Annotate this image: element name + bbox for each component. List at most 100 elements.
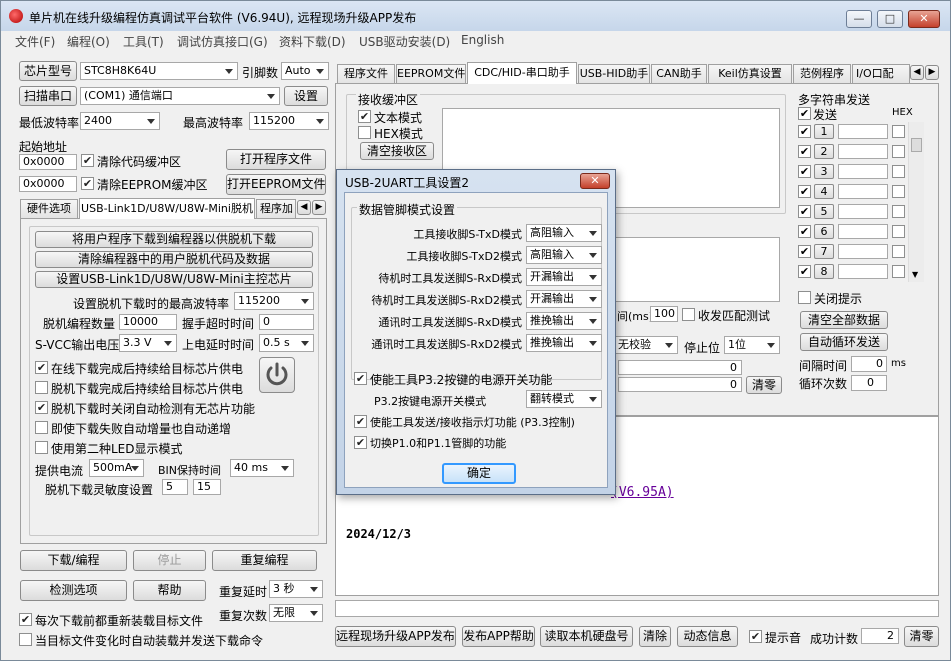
send-row-input[interactable] (838, 164, 888, 179)
clear-user-offline-code-button[interactable]: 清除编程器中的用户脱机代码及数据 (35, 251, 313, 268)
send-row-input[interactable] (838, 204, 888, 219)
stop-bit-select[interactable]: 1位 (724, 336, 780, 354)
send-row-button[interactable]: 4 (814, 184, 834, 199)
read-disk-button[interactable]: 读取本机硬盘号 (540, 626, 633, 647)
offline-max-baud-select[interactable]: 115200 (234, 292, 314, 310)
svcc-select[interactable]: 3.3 V (119, 334, 177, 352)
stop-button[interactable]: 停止 (133, 550, 206, 571)
log-link[interactable]: (V6.95A) (611, 485, 674, 500)
send-row-button[interactable]: 1 (814, 124, 834, 139)
send-row-button[interactable]: 2 (814, 144, 834, 159)
tab-serial-assistant[interactable]: CDC/HID-串口助手 (467, 62, 577, 84)
publish-help-button[interactable]: 发布APP帮助 (462, 626, 535, 647)
chip-model-select[interactable]: STC8H8K64U (80, 62, 238, 80)
max-baud-select[interactable]: 115200 (249, 112, 329, 130)
tab-scroll-right[interactable]: ▶ (312, 200, 326, 215)
hex-mode-checkbox[interactable]: HEX模式 (358, 125, 423, 142)
send-row-button[interactable]: 8 (814, 264, 834, 279)
send-row-input[interactable] (838, 244, 888, 259)
auto-load-checkbox[interactable]: 当目标文件变化时自动装载并发送下载命令 (19, 632, 263, 649)
power-mode-select[interactable]: 翻转模式 (526, 390, 602, 408)
pin-mode-select[interactable]: 推挽输出 (526, 334, 602, 352)
clear-all-data-button[interactable]: 清空全部数据 (800, 311, 888, 329)
sensitivity-input-1[interactable]: 5 (162, 479, 188, 495)
clear-code-buffer-checkbox[interactable]: ✔ 清除代码缓冲区 (81, 153, 181, 170)
min-baud-select[interactable]: 2400 (80, 112, 160, 130)
send-row-hex-checkbox[interactable] (892, 185, 905, 198)
reprogram-button[interactable]: 重复编程 (212, 550, 317, 571)
settings-button[interactable]: 设置 (284, 86, 328, 106)
minimize-button[interactable]: — (846, 10, 872, 28)
menu-file[interactable]: 文件(F) (15, 33, 55, 50)
publish-app-button[interactable]: 远程现场升级APP发布 (335, 626, 456, 647)
send-row-input[interactable] (838, 264, 888, 279)
menu-tools[interactable]: 工具(T) (123, 33, 164, 50)
enable-indicator-checkbox[interactable]: ✔ 使能工具发送/接收指示灯功能 (P3.3控制) (354, 414, 575, 430)
send-row-button[interactable]: 5 (814, 204, 834, 219)
menu-english[interactable]: English (461, 33, 504, 47)
open-program-button[interactable]: 打开程序文件 (226, 149, 326, 170)
send-row-hex-checkbox[interactable] (892, 165, 905, 178)
pin-count-select[interactable]: Auto (281, 62, 329, 80)
download-user-to-programmer-button[interactable]: 将用户程序下载到编程器以供脱机下载 (35, 231, 313, 248)
power-button[interactable] (259, 357, 295, 393)
rtab-scroll-right[interactable]: ▶ (925, 65, 939, 80)
pin-mode-select[interactable]: 开漏输出 (526, 268, 602, 286)
dynamic-info-button[interactable]: 动态信息 (677, 626, 738, 647)
send-interval-input[interactable]: 100 (650, 306, 678, 322)
scan-port-button[interactable]: 扫描串口 (19, 86, 77, 106)
reload-file-checkbox[interactable]: ✔ 每次下载前都重新装载目标文件 (19, 612, 203, 629)
tab-program-encrypt[interactable]: 程序加 (256, 199, 296, 218)
pin-mode-select[interactable]: 开漏输出 (526, 290, 602, 308)
send-row-checkbox[interactable]: ✔ (798, 125, 811, 138)
auto-increment-checkbox[interactable]: 即使下载失败自动增量也自动递增 (35, 420, 231, 437)
ok-button[interactable]: 确定 (442, 463, 516, 484)
led-mode-checkbox[interactable]: 使用第二种LED显示模式 (35, 440, 183, 457)
menu-usb-driver[interactable]: USB驱动安装(D) (359, 33, 450, 50)
multi-send-scrollbar[interactable]: ▼ (908, 122, 924, 282)
clear-success-button[interactable]: 清零 (904, 626, 939, 647)
set-mini-master-chip-button[interactable]: 设置USB-Link1D/U8W/U8W-Mini主控芯片 (35, 271, 313, 288)
switch-pins-checkbox[interactable]: ✔ 切换P1.0和P1.1管脚的功能 (354, 435, 506, 451)
help-button[interactable]: 帮助 (133, 580, 206, 601)
maximize-button[interactable]: □ (877, 10, 903, 28)
enable-power-key-checkbox[interactable]: ✔ 使能工具P3.2按键的电源开关功能 (354, 371, 552, 388)
sensitivity-input-2[interactable]: 15 (193, 479, 221, 495)
dialog-close-button[interactable]: ✕ (580, 173, 610, 189)
close-tip-checkbox[interactable]: 关闭提示 (798, 290, 862, 307)
match-test-checkbox[interactable]: 收发匹配测试 (682, 307, 770, 324)
offline-count-input[interactable]: 10000 (119, 314, 177, 330)
pin-mode-select[interactable]: 高阻输入 (526, 246, 602, 264)
tab-io-config[interactable]: I/O口配 (852, 64, 910, 83)
interval-input[interactable]: 0 (851, 356, 887, 372)
close-button[interactable]: ✕ (908, 10, 940, 28)
pin-mode-select[interactable]: 推挽输出 (526, 312, 602, 330)
menu-download[interactable]: 资料下载(D) (279, 33, 346, 50)
pin-mode-select[interactable]: 高阻输入 (526, 224, 602, 242)
tab-eeprom-file[interactable]: EEPROM文件 (396, 64, 466, 83)
send-row-hex-checkbox[interactable] (892, 145, 905, 158)
send-row-checkbox[interactable]: ✔ (798, 185, 811, 198)
scroll-down-icon[interactable]: ▼ (912, 270, 918, 279)
tab-hardware-options[interactable]: 硬件选项 (20, 199, 78, 218)
clear-log-button[interactable]: 清除 (639, 626, 671, 647)
send-row-checkbox[interactable]: ✔ (798, 265, 811, 278)
send-row-input[interactable] (838, 184, 888, 199)
rtab-scroll-left[interactable]: ◀ (910, 65, 924, 80)
send-row-checkbox[interactable]: ✔ (798, 145, 811, 158)
power-delay-select[interactable]: 0.5 s (259, 334, 314, 352)
send-row-input[interactable] (838, 224, 888, 239)
tab-can[interactable]: CAN助手 (651, 64, 707, 83)
menu-program[interactable]: 编程(O) (67, 33, 110, 50)
loop-count-input[interactable]: 0 (851, 375, 887, 391)
clear-counts-button[interactable]: 清零 (746, 376, 782, 394)
tab-scroll-left[interactable]: ◀ (297, 200, 311, 215)
send-row-checkbox[interactable]: ✔ (798, 245, 811, 258)
open-eeprom-button[interactable]: 打开EEPROM文件 (226, 174, 326, 195)
online-keep-power-checkbox[interactable]: ✔ 在线下载完成后持续给目标芯片供电 (35, 360, 243, 377)
send-row-hex-checkbox[interactable] (892, 205, 905, 218)
offline-keep-power-checkbox[interactable]: 脱机下载完成后持续给目标芯片供电 (35, 380, 243, 397)
code-addr-input[interactable]: 0x0000 (19, 154, 77, 170)
repeat-count-select[interactable]: 无限 (269, 604, 323, 622)
clear-recv-button[interactable]: 清空接收区 (360, 142, 434, 160)
